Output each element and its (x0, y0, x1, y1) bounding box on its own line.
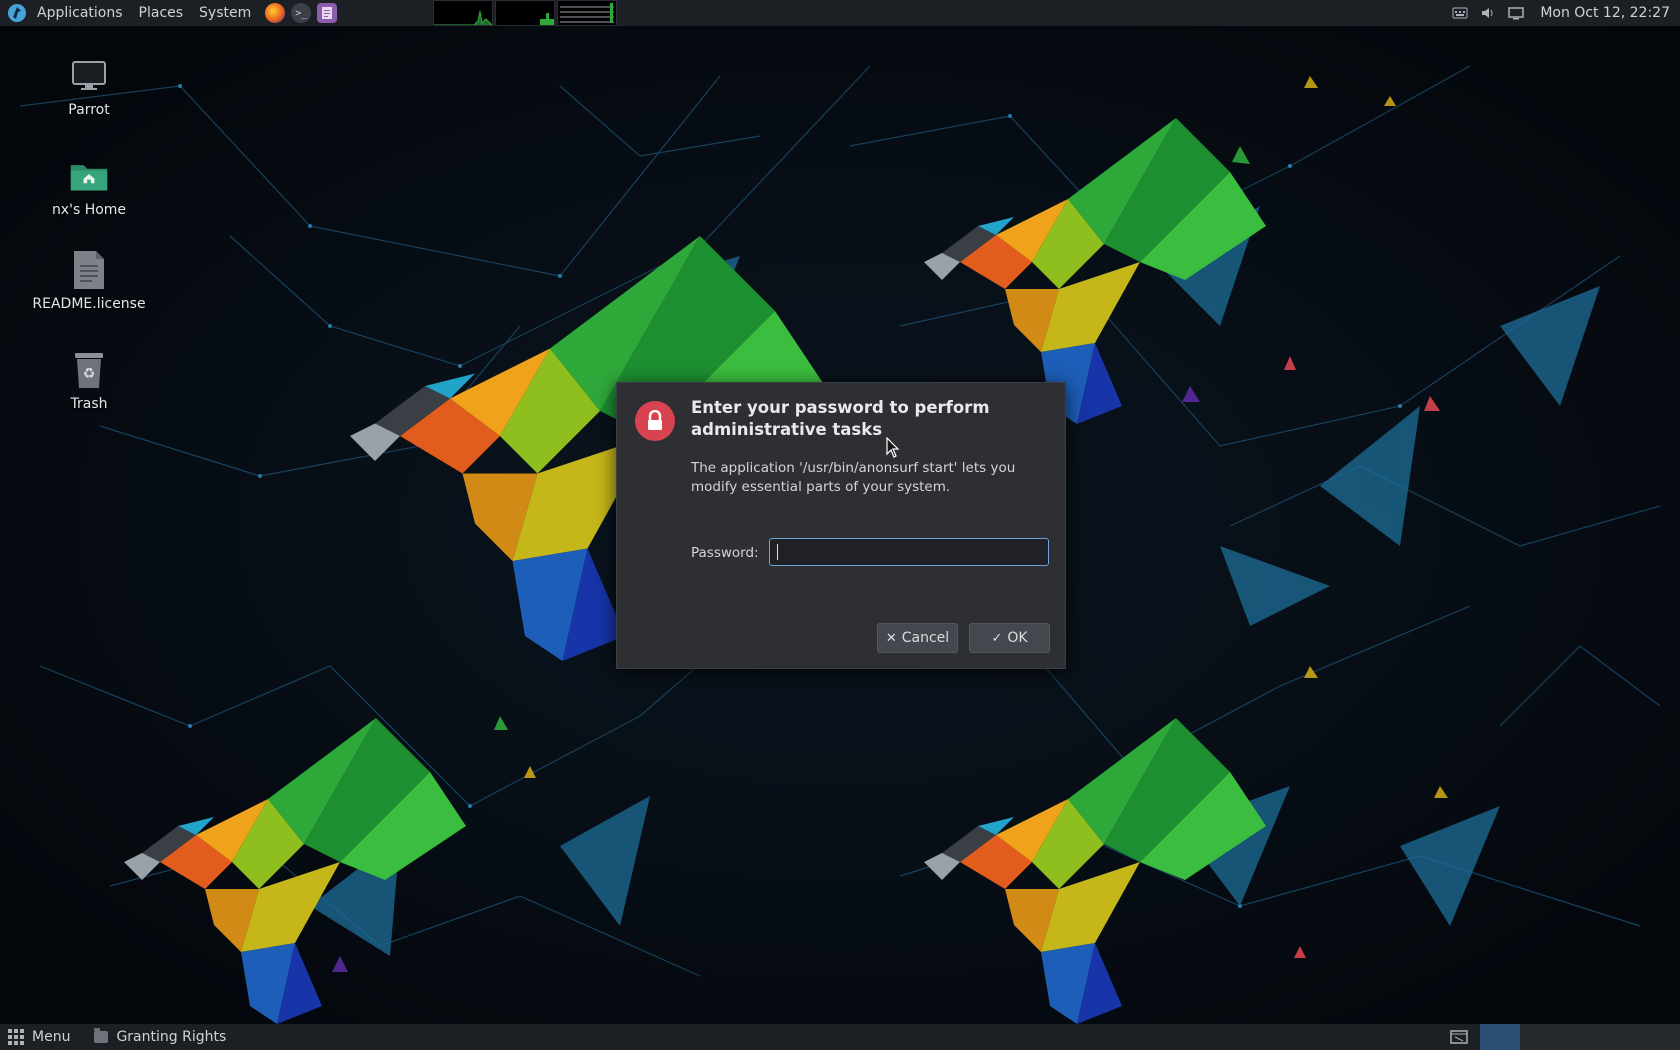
desktop-icon-readme[interactable]: README.license (19, 250, 159, 312)
home-folder-icon (69, 156, 109, 196)
keyboard-icon[interactable] (1452, 5, 1468, 21)
taskbar-item-granting-rights[interactable]: Granting Rights (84, 1024, 236, 1050)
cancel-button-label: Cancel (901, 630, 950, 646)
grid-icon (8, 1029, 24, 1045)
cancel-button[interactable]: ✕ Cancel (877, 623, 958, 653)
workspace-5[interactable] (1640, 1024, 1680, 1050)
bottom-panel: Menu Granting Rights (0, 1024, 1680, 1050)
desktop-icon-label: Trash (70, 396, 108, 412)
dialog-title: Enter your password to perform administr… (691, 398, 990, 439)
show-desktop-icon[interactable] (1448, 1027, 1470, 1047)
computer-icon (69, 56, 109, 96)
svg-text:♻: ♻ (83, 366, 96, 382)
system-monitor-applets[interactable] (433, 0, 618, 26)
places-menu[interactable]: Places (131, 0, 192, 26)
applications-menu[interactable]: Applications (29, 0, 131, 26)
volume-icon[interactable] (1480, 5, 1496, 21)
firefox-icon[interactable] (265, 3, 286, 23)
lock-icon (635, 401, 675, 441)
top-panel: Applications Places System >_ Mon Oct 12… (0, 0, 1680, 26)
text-file-icon (69, 250, 109, 290)
desktop-icon-parrot[interactable]: Parrot (19, 56, 159, 118)
checkmark-icon: ✓ (991, 630, 1003, 646)
workspace-2[interactable] (1520, 1024, 1560, 1050)
desktop-icon-label: README.license (32, 296, 146, 312)
ok-button[interactable]: ✓ OK (969, 623, 1050, 653)
workspace-3[interactable] (1560, 1024, 1600, 1050)
network-monitor[interactable] (557, 0, 618, 26)
ok-button-label: OK (1007, 630, 1028, 646)
text-caret (777, 544, 778, 560)
password-label: Password: (691, 545, 759, 561)
trash-icon: ♻ (69, 350, 109, 390)
password-input[interactable] (769, 538, 1049, 566)
system-menu[interactable]: System (191, 0, 259, 26)
authentication-dialog: Enter your password to perform administr… (616, 382, 1066, 669)
parrot-logo-icon[interactable] (7, 2, 29, 24)
terminal-icon[interactable]: >_ (291, 3, 312, 23)
close-icon: ✕ (885, 630, 897, 646)
menu-button[interactable]: Menu (0, 1024, 78, 1050)
desktop-icon-trash[interactable]: ♻ Trash (19, 350, 159, 412)
folder-icon (94, 1028, 109, 1043)
memory-monitor[interactable] (495, 0, 556, 26)
display-icon[interactable] (1508, 5, 1525, 21)
text-editor-icon[interactable] (317, 3, 338, 23)
workspace-4[interactable] (1600, 1024, 1640, 1050)
workspace-area (1448, 1024, 1680, 1050)
system-tray: Mon Oct 12, 22:27 (1452, 0, 1680, 26)
menu-button-label: Menu (32, 1029, 71, 1045)
desktop-icon-home[interactable]: nx's Home (19, 156, 159, 218)
clock[interactable]: Mon Oct 12, 22:27 (1540, 5, 1670, 21)
dialog-message: The application '/usr/bin/anonsurf start… (691, 460, 1016, 495)
desktop-icon-label: Parrot (68, 102, 110, 118)
cpu-monitor[interactable] (433, 0, 494, 26)
workspace-1[interactable] (1480, 1024, 1520, 1050)
mouse-cursor-icon (886, 437, 900, 458)
taskbar-item-label: Granting Rights (116, 1029, 227, 1045)
desktop-icon-label: nx's Home (51, 202, 127, 218)
